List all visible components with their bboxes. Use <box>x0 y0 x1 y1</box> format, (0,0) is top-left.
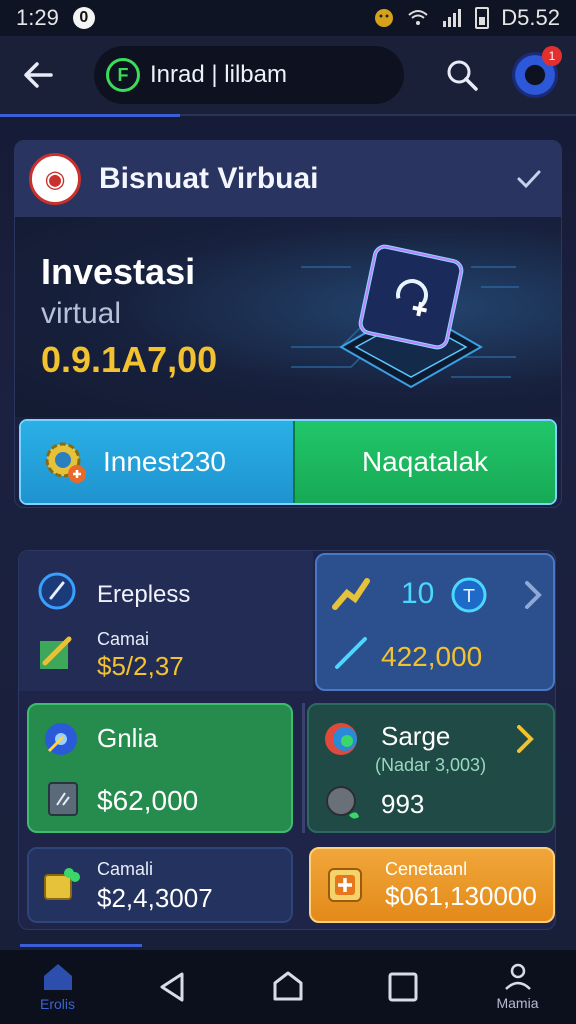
search-icon <box>447 60 478 91</box>
status-time: 1:29 <box>16 5 59 30</box>
expenses-title: Erepless <box>97 581 191 608</box>
nav-recents-button[interactable] <box>345 950 460 1024</box>
refund-button[interactable]: Naqatalak <box>293 421 555 503</box>
savings-tile[interactable]: Sarge (Nadar 3,003) 993 <box>307 703 555 833</box>
chevron-right-icon <box>517 725 534 753</box>
search-bar[interactable]: F Inrad | lilbam <box>94 46 404 104</box>
gain-tile[interactable]: Gnlia $62,000 <box>27 703 293 833</box>
status-bar: 1:29 0 D5.52 <box>0 0 576 36</box>
home-icon <box>43 964 72 990</box>
nav-home-system-button[interactable] <box>230 950 345 1024</box>
app-logo-icon: F <box>106 58 140 92</box>
trend-up-icon <box>332 578 370 610</box>
app-bar: F Inrad | lilbam 1 <box>0 36 576 116</box>
bottom-navigation: Erolis Mamia <box>0 950 576 1024</box>
triangle-back-icon <box>160 972 183 1002</box>
gain-title: Gnlia <box>97 723 158 753</box>
gain-value: $62,000 <box>97 785 199 816</box>
savings-title: Sarge <box>381 721 451 751</box>
action-button-group: Innest230 Naqatalak <box>19 419 557 505</box>
chart-pencil-icon <box>40 636 72 669</box>
user-icon <box>504 963 531 990</box>
hero-title: Investasi <box>41 251 196 292</box>
interest-tile[interactable]: Cenetaanl $061,130000 <box>309 847 555 923</box>
checkmark-icon <box>517 170 541 189</box>
nav-back-button[interactable] <box>115 950 230 1024</box>
hero-amount: 0.9.1A7,00 <box>41 339 218 380</box>
nav-menu-button[interactable]: Mamia <box>460 950 575 1024</box>
back-button[interactable] <box>18 55 58 95</box>
expenses-tile[interactable]: Erepless Camai $5/2,37 <box>19 551 313 691</box>
target-tile[interactable]: 10 T 422,000 <box>315 553 555 691</box>
pen-circle-icon <box>38 572 76 610</box>
nav-home-button[interactable]: Erolis <box>0 950 115 1024</box>
cash-tile[interactable]: Camali $2,4,3007 <box>27 847 293 923</box>
plus-box-icon <box>328 868 362 902</box>
card-title: Bisnuat Virbuai <box>99 162 319 195</box>
refund-button-label: Naqatalak <box>361 446 489 477</box>
tile-divider <box>302 703 305 833</box>
interest-label: Cenetaanl <box>385 859 468 879</box>
nav-home-label: Erolis <box>39 996 75 1012</box>
pentagon-home-icon <box>273 971 302 1001</box>
status-clock: D5.52 <box>501 5 560 30</box>
check-button[interactable] <box>511 161 547 197</box>
square-recents-icon <box>388 972 417 1002</box>
expenses-value: $5/2,37 <box>97 651 184 681</box>
profile-avatar-button[interactable]: 1 <box>512 46 562 98</box>
interest-value: $061,130000 <box>385 881 537 911</box>
coin-icon: T <box>451 577 487 613</box>
stats-grid: Erepless Camai $5/2,37 10 T 422,000 Gnli… <box>18 550 556 930</box>
wallet-clover-icon <box>44 868 80 900</box>
search-text: Inrad | lilbam <box>150 61 287 88</box>
cash-label: Camali <box>97 859 154 879</box>
line-stroke-icon <box>335 637 367 669</box>
chevron-right-icon <box>525 581 542 609</box>
wifi-icon <box>408 10 428 25</box>
svg-text:T: T <box>463 586 476 607</box>
cash-value: $2,4,3007 <box>97 883 213 913</box>
arrow-left-icon <box>24 62 53 88</box>
signal-icon <box>443 9 462 27</box>
sphere-leaf-icon <box>326 786 359 819</box>
virtual-business-card: ◉ Bisnuat Virbuai Investasi virtual 0.9.… <box>14 140 562 508</box>
nav-active-indicator <box>20 944 142 947</box>
target-value: 422,000 <box>381 641 483 672</box>
disc-icon <box>45 723 77 755</box>
invest-button[interactable]: Innest230 <box>21 421 293 503</box>
circuit-chip-illustration <box>291 244 519 389</box>
invest-button-label: Innest230 <box>103 446 226 477</box>
emoji-icon <box>375 9 394 27</box>
gear-coin-icon <box>41 438 89 486</box>
target-top-value: 10 <box>401 577 435 610</box>
savings-value: 993 <box>381 789 425 819</box>
expenses-label: Camai <box>97 629 150 649</box>
search-button[interactable] <box>440 53 484 97</box>
active-tab-indicator <box>0 114 180 117</box>
hero-banner: Investasi virtual 0.9.1A7,00 <box>15 217 561 417</box>
notification-badge: 0 <box>72 7 95 29</box>
savings-subtitle: (Nadar 3,003) <box>375 755 487 775</box>
brand-logo-icon: ◉ <box>29 153 81 205</box>
hero-subtitle: virtual <box>41 297 122 330</box>
colorful-wheel-icon <box>325 723 357 755</box>
notification-dot: 1 <box>542 46 562 66</box>
document-icon <box>48 782 78 816</box>
battery-icon <box>475 7 490 29</box>
card-header: ◉ Bisnuat Virbuai <box>15 141 561 217</box>
nav-menu-label: Mamia <box>496 995 539 1011</box>
